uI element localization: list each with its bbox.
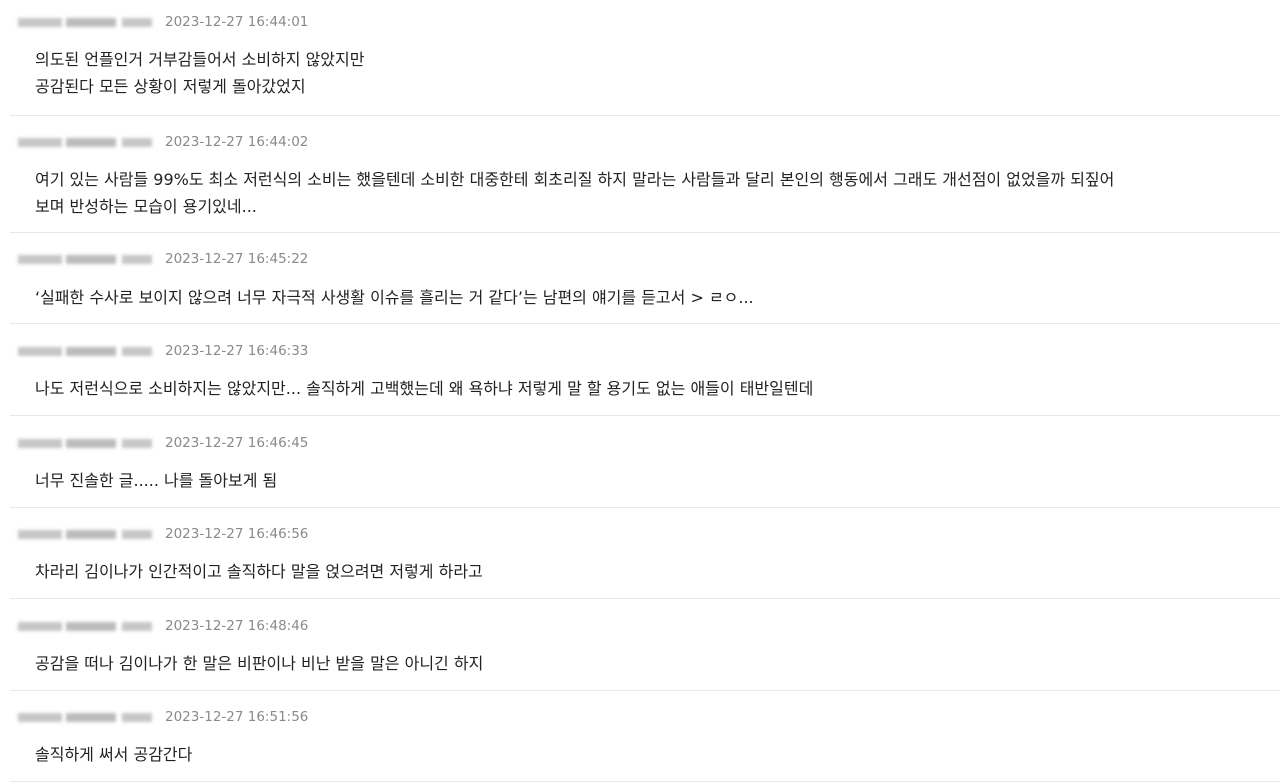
comment-item: 2023-12-27 16:46:56 차라리 김이나가 인간적이고 솔직하다 …	[10, 524, 1280, 599]
comment-date: 2023-12-27 16:45:22	[165, 251, 309, 267]
author-name-blurred[interactable]	[18, 527, 154, 541]
author-name-blurred[interactable]	[18, 15, 154, 29]
comment-date: 2023-12-27 16:46:45	[165, 435, 309, 451]
comment-meta	[18, 433, 154, 453]
comment-item: 2023-12-27 16:51:56 솔직하게 써서 공감간다	[10, 707, 1280, 782]
comment-item: 2023-12-27 16:44:02 여기 있는 사람들 99%도 최소 저런…	[10, 132, 1280, 233]
comment-text: 의도된 언플인거 거부감들어서 소비하지 않았지만 공감된다 모든 상황이 저렇…	[35, 50, 365, 96]
comment-meta	[18, 524, 154, 544]
comment-date: 2023-12-27 16:48:46	[165, 618, 309, 634]
comment-item: 2023-12-27 16:45:22 ‘실패한 수사로 보이지 않으려 너무 …	[10, 249, 1280, 324]
author-name-blurred[interactable]	[18, 436, 154, 450]
comment-text: 솔직하게 써서 공감간다	[35, 745, 193, 764]
comment-text: 너무 진솔한 글..... 나를 돌아보게 됨	[35, 471, 278, 490]
comment-item: 2023-12-27 16:46:45 너무 진솔한 글..... 나를 돌아보…	[10, 433, 1280, 508]
comment-text: ‘실패한 수사로 보이지 않으려 너무 자극적 사생활 이슈를 흘리는 거 같다…	[35, 288, 754, 307]
comment-meta	[18, 341, 154, 361]
comment-date: 2023-12-27 16:44:01	[165, 14, 309, 30]
comment-meta	[18, 707, 154, 727]
comment-text: 공감을 떠나 김이나가 한 말은 비판이나 비난 받을 말은 아니긴 하지	[35, 654, 484, 673]
comment-item: 2023-12-27 16:44:01 의도된 언플인거 거부감들어서 소비하지…	[10, 12, 1280, 116]
comment-date: 2023-12-27 16:46:33	[165, 343, 309, 359]
comment-text: 여기 있는 사람들 99%도 최소 저런식의 소비는 했을텐데 소비한 대중한테…	[35, 170, 1115, 216]
comment-meta	[18, 12, 154, 32]
comment-meta	[18, 132, 154, 152]
comment-list: 2023-12-27 16:44:01 의도된 언플인거 거부감들어서 소비하지…	[0, 0, 1280, 782]
comment-date: 2023-12-27 16:46:56	[165, 526, 309, 542]
comment-text: 나도 저런식으로 소비하지는 않았지만... 솔직하게 고백했는데 왜 욕하냐 …	[35, 379, 814, 398]
comment-meta	[18, 249, 154, 269]
comment-text: 차라리 김이나가 인간적이고 솔직하다 말을 얹으려면 저렇게 하라고	[35, 562, 483, 581]
author-name-blurred[interactable]	[18, 710, 154, 724]
comment-date: 2023-12-27 16:44:02	[165, 134, 309, 150]
author-name-blurred[interactable]	[18, 135, 154, 149]
author-name-blurred[interactable]	[18, 252, 154, 266]
comment-meta	[18, 616, 154, 636]
comment-item: 2023-12-27 16:48:46 공감을 떠나 김이나가 한 말은 비판이…	[10, 616, 1280, 691]
comment-item: 2023-12-27 16:46:33 나도 저런식으로 소비하지는 않았지만.…	[10, 341, 1280, 416]
comment-date: 2023-12-27 16:51:56	[165, 709, 309, 725]
author-name-blurred[interactable]	[18, 344, 154, 358]
author-name-blurred[interactable]	[18, 619, 154, 633]
